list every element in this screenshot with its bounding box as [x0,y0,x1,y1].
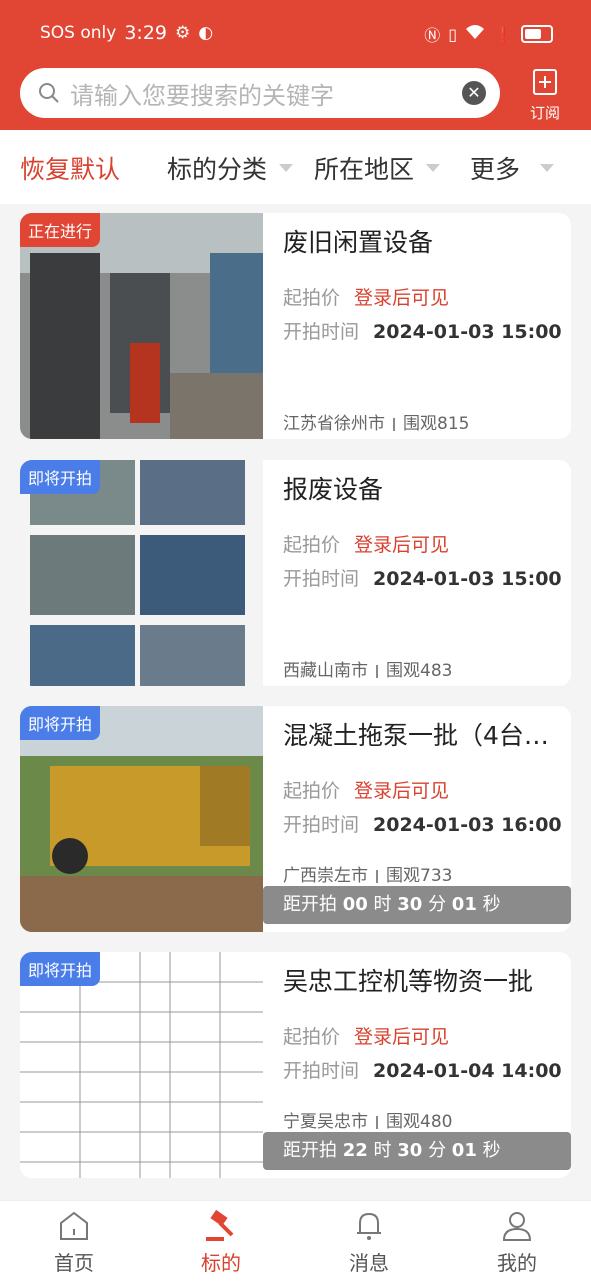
wifi-icon [465,24,485,44]
listing-title: 混凝土拖泵一批（4台… [283,721,549,750]
bell-icon [357,1212,381,1240]
more-filter[interactable]: 更多 [470,150,555,186]
status-badge: 即将开拍 [20,952,101,986]
search-icon [39,83,59,103]
subscribe-button[interactable]: 订阅 [522,68,568,123]
location: 西藏山南市 [283,661,368,681]
location: 宁夏吴忠市 [283,1112,368,1132]
start-price: 登录后可见 [354,1026,450,1048]
vibrate-icon: ▯ [448,24,458,44]
listing-title: 吴忠工控机等物资一批 [283,967,534,996]
search-input[interactable]: 请输入您要搜索的关键字 [70,76,334,111]
start-price: 登录后可见 [354,534,450,556]
dropdown-arrow-icon [426,164,441,172]
status-badge: 正在进行 [20,213,101,247]
alert-icon: ❗ [493,24,513,44]
listing-card[interactable]: 即将开拍 混凝土拖泵一批（4台… 起拍价 登录后可见 开拍时间 2024-01-03… [20,706,571,932]
dropdown-arrow-icon [279,164,294,172]
battery-icon [521,25,553,43]
tab-mine[interactable]: 我的 [467,1209,567,1276]
location: 江苏省徐州市 [283,414,385,434]
start-time: 2024-01-03 15:00 [373,568,562,590]
start-time: 2024-01-03 16:00 [373,814,562,836]
search-bar[interactable]: 请输入您要搜索的关键字 ✕ [20,68,500,118]
region-filter[interactable]: 所在地区 [314,150,441,186]
reset-filter-button[interactable]: 恢复默认 [20,150,120,186]
filter-bar: 恢复默认 标的分类 所在地区 更多 [0,130,591,204]
home-icon [60,1211,88,1240]
listing-title: 报废设备 [283,475,384,504]
bottom-tab-bar: 首页 标的 消息 我的 [0,1200,591,1281]
listing-card[interactable]: 即将开拍 吴忠工控机等物资一批 起拍价 登录后可见 开拍时间 2024-01-04 … [20,952,571,1178]
clear-search-icon[interactable]: ✕ [462,81,486,105]
tab-messages[interactable]: 消息 [319,1209,419,1276]
start-price: 登录后可见 [354,287,450,309]
status-badge: 即将开拍 [20,460,101,494]
header: 请输入您要搜索的关键字 ✕ 订阅 [0,60,591,130]
listing-card[interactable]: 即将开拍 报废设备 起拍价 登录后可见 开拍时间 2024-01-03 15:00 … [20,460,571,686]
tab-home[interactable]: 首页 [24,1209,124,1276]
clock: 3:29 [124,22,167,44]
view-count: 815 [437,414,470,434]
listing-photo: 即将开拍 [20,460,263,686]
subscribe-label: 订阅 [529,104,560,122]
status-bar: SOS only 3:29 ⚙ ◐ Ⓝ ▯ ❗ [0,0,591,60]
settings-gear-icon: ⚙ [175,23,191,43]
view-count: 480 [420,1112,453,1132]
listing-photo: 即将开拍 [20,706,263,932]
start-time: 2024-01-03 15:00 [373,321,562,343]
start-time: 2024-01-04 14:00 [373,1060,562,1082]
subscribe-plus-icon [533,69,557,95]
view-count: 483 [420,661,453,681]
listing-photo: 正在进行 [20,213,263,439]
category-filter[interactable]: 标的分类 [167,150,294,186]
nfc-icon: Ⓝ [424,26,441,45]
carrier-text: SOS only [40,23,117,43]
start-price: 登录后可见 [354,780,450,802]
gavel-icon [206,1209,234,1241]
countdown-timer: 距开拍 22 时 30 分 01 秒 [263,1132,571,1170]
listing-card[interactable]: 正在进行 废旧闲置设备 起拍价 登录后可见 开拍时间 2024-01-03 15:0… [20,213,571,439]
location: 广西崇左市 [283,866,368,886]
view-count: 733 [420,866,453,886]
status-badge: 即将开拍 [20,706,101,740]
countdown-timer: 距开拍 00 时 30 分 01 秒 [263,886,571,924]
user-icon [502,1212,532,1241]
tab-lots[interactable]: 标的 [171,1209,271,1276]
dropdown-arrow-icon [540,164,555,172]
listing-photo: 即将开拍 [20,952,263,1178]
listing-title: 废旧闲置设备 [283,228,434,257]
app-notification-icon: ◐ [198,23,214,43]
